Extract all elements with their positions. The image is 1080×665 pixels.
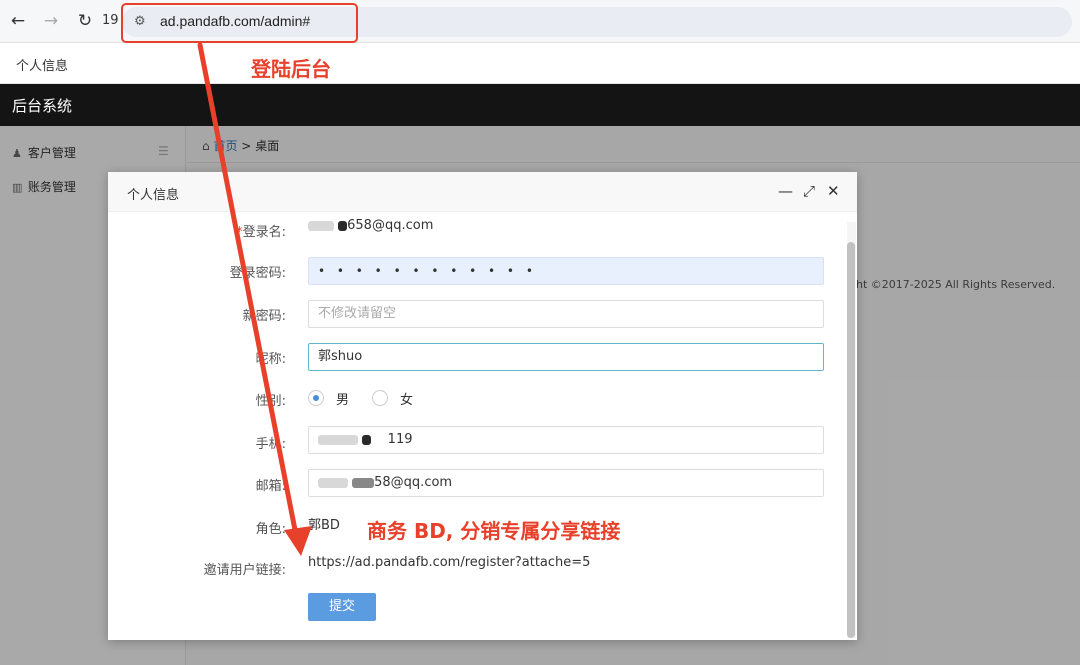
- system-title: 后台系统: [12, 97, 73, 115]
- app-tabbar: 个人信息: [0, 43, 1080, 84]
- minimize-icon[interactable]: —: [778, 182, 793, 200]
- password-field[interactable]: • • • • • • • • • • • •: [308, 257, 824, 285]
- invite-link-value: https://ad.pandafb.com/register?attache=…: [308, 555, 591, 570]
- tab-count: 19: [102, 13, 119, 28]
- close-icon[interactable]: ✕: [827, 182, 840, 200]
- annotation-share-link: 商务 BD, 分销专属分享链接: [367, 519, 621, 543]
- email-field[interactable]: 58@qq.com: [308, 469, 824, 497]
- phone-label: 手机:: [255, 437, 286, 452]
- scrollbar-thumb[interactable]: [847, 242, 855, 638]
- nickname-label: 昵称:: [255, 352, 286, 367]
- login-name-label: *登录名:: [236, 225, 286, 240]
- maximize-icon[interactable]: ⤢: [803, 182, 815, 200]
- annotation-login: 登陆后台: [251, 57, 331, 81]
- profile-dialog: 个人信息 — ⤢ ✕ *登录名: 658@qq.com 登录密码: • • • …: [108, 172, 857, 640]
- dialog-title: 个人信息: [127, 188, 180, 203]
- login-name-value: 658@qq.com: [308, 218, 433, 233]
- gender-label: 性别:: [255, 394, 286, 409]
- gender-male-radio[interactable]: [308, 390, 324, 406]
- email-label: 邮箱:: [255, 479, 286, 494]
- reload-icon[interactable]: ↻: [74, 10, 96, 32]
- tab-profile[interactable]: 个人信息: [16, 55, 68, 74]
- password-label: 登录密码:: [229, 266, 286, 281]
- gender-female-label[interactable]: 女: [400, 389, 413, 408]
- gender-male-label[interactable]: 男: [336, 389, 349, 408]
- new-password-field[interactable]: 不修改请留空: [308, 300, 824, 328]
- gender-female-radio[interactable]: [372, 390, 388, 406]
- dialog-header: 个人信息 — ⤢ ✕: [108, 172, 857, 212]
- system-header: 后台系统: [0, 84, 1080, 126]
- submit-button[interactable]: 提交: [308, 593, 376, 621]
- role-value: 郭BD: [308, 518, 340, 533]
- invite-link-label: 邀请用户链接:: [203, 563, 286, 578]
- new-password-label: 新密码:: [242, 309, 286, 324]
- phone-field[interactable]: 119: [308, 426, 824, 454]
- nickname-field[interactable]: 郭shuo: [308, 343, 824, 371]
- url-highlight-box: [121, 3, 358, 43]
- arrow-left-icon[interactable]: ←: [7, 10, 29, 32]
- role-label: 角色:: [255, 522, 286, 537]
- arrow-right-icon[interactable]: →: [40, 10, 62, 32]
